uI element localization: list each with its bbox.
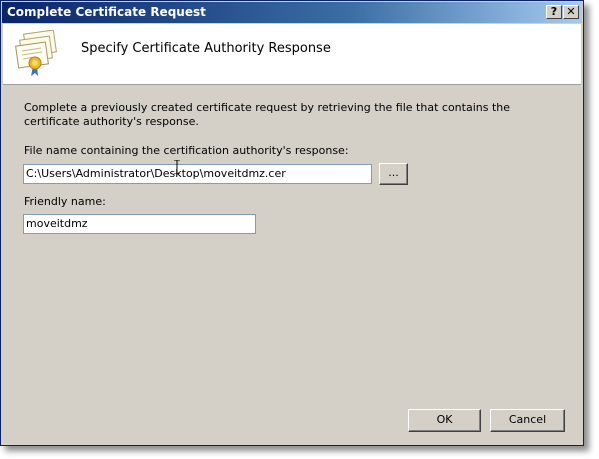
friendly-name-input[interactable]: moveitdmz (23, 214, 256, 234)
text-cursor-icon (174, 160, 180, 174)
file-name-label: File name containing the certification a… (24, 144, 349, 157)
browse-button[interactable]: ... (379, 163, 408, 185)
wizard-header: Specify Certificate Authority Response (3, 24, 581, 85)
description-text: Complete a previously created certificat… (24, 101, 511, 128)
file-name-input[interactable]: C:\Users\Administrator\Desktop\moveitdmz… (23, 164, 372, 184)
help-button[interactable]: ? (546, 5, 562, 19)
page-title: Specify Certificate Authority Response (81, 41, 331, 56)
certificate-icon (15, 30, 57, 76)
window-title: Complete Certificate Request (7, 5, 206, 19)
friendly-name-label: Friendly name: (24, 195, 106, 208)
close-button[interactable]: ✕ (563, 5, 579, 19)
title-bar[interactable]: Complete Certificate Request ? ✕ (2, 2, 582, 23)
complete-certificate-request-dialog: Complete Certificate Request ? ✕ Specify… (0, 0, 584, 446)
ok-button[interactable]: OK (408, 409, 481, 432)
cancel-button[interactable]: Cancel (490, 409, 565, 432)
